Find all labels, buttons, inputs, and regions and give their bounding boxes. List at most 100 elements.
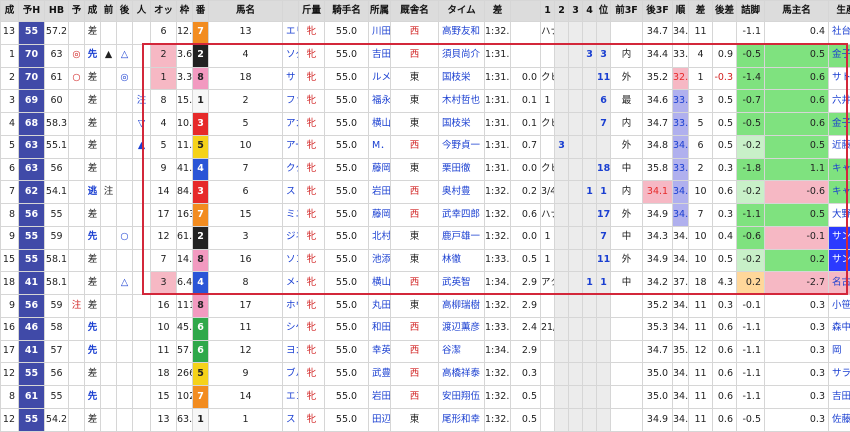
header-cell[interactable]: 差 bbox=[689, 1, 713, 22]
header-cell[interactable]: 枠 bbox=[177, 1, 193, 22]
order-cell: 10 bbox=[689, 181, 713, 204]
header-cell[interactable]: 後 bbox=[117, 1, 133, 22]
header-cell[interactable]: 馬名 bbox=[209, 1, 283, 22]
corner-4-cell: 17 bbox=[597, 204, 611, 227]
hb-mark-cell bbox=[69, 158, 85, 181]
last-diff-cell: -0.2 bbox=[737, 181, 765, 204]
header-cell[interactable]: 前 bbox=[101, 1, 117, 22]
table-row[interactable]: 125556差18266.659ブルーバード牝55.0武豊西高橋祥泰1:32.8… bbox=[1, 363, 850, 386]
table-row[interactable]: 155558.1差714.7816ソングラティ牝55.0池添謙一東林徹1:33.… bbox=[1, 249, 850, 272]
trainer-name-cell: 高柳瑞樹 bbox=[439, 295, 485, 318]
header-cell[interactable]: 1 bbox=[541, 1, 555, 22]
corner-3-cell bbox=[583, 67, 597, 90]
last-diff-cell: 0.2 bbox=[737, 272, 765, 295]
margin-note-cell: 1 bbox=[541, 226, 555, 249]
last-3f-cell: 34.1 bbox=[673, 204, 689, 227]
table-row[interactable]: 184158.1差△36.448メイケイエール牝55.0横山典弘西武英智1:34… bbox=[1, 272, 850, 295]
affiliation-cell: 西 bbox=[391, 135, 439, 158]
last-3f-cell: 34.4 bbox=[673, 226, 689, 249]
header-cell[interactable]: HB bbox=[45, 1, 69, 22]
rating-cell: 55 bbox=[19, 249, 45, 272]
table-row[interactable]: 174157先1157.2612ヨカヨカ牝55.0幸英明西谷潔1:34.02.9… bbox=[1, 340, 850, 363]
header-cell[interactable]: 2 bbox=[555, 1, 569, 22]
header-cell[interactable]: 馬主名 bbox=[765, 1, 829, 22]
horse-name-cell: ブルーバード bbox=[283, 363, 299, 386]
header-cell[interactable]: 所属 bbox=[369, 1, 391, 22]
table-row[interactable]: 95559先○1261.323ジネストラ牝55.0北村宏司東鹿戸雄一1:32.6… bbox=[1, 226, 850, 249]
sex-cell: 牝 bbox=[299, 249, 325, 272]
table-row[interactable]: 46858.3差▽410.535アカイトリノムスメ牝55.0横山武史東国枝栄1:… bbox=[1, 113, 850, 136]
popularity-cell: 14 bbox=[151, 181, 177, 204]
corner-2-cell bbox=[569, 226, 583, 249]
header-cell[interactable]: タイム bbox=[439, 1, 485, 22]
header-cell[interactable]: 斤量 bbox=[299, 1, 325, 22]
header-cell[interactable]: 詰脚 bbox=[737, 1, 765, 22]
header-cell[interactable]: 厩舎名 bbox=[391, 1, 439, 22]
corner-1-cell bbox=[555, 272, 569, 295]
result-style-cell: ▲ bbox=[101, 44, 117, 67]
header-cell[interactable]: 後差 bbox=[713, 1, 737, 22]
mark-front-cell bbox=[117, 409, 133, 432]
hb-mark-cell bbox=[69, 317, 85, 340]
table-row[interactable]: 76254.1逃注1484.836ストゥーティ牝55.0岩田康誠西奥村豊1:32… bbox=[1, 181, 850, 204]
header-cell[interactable]: 騎手名 bbox=[325, 1, 369, 22]
margin-note-cell: 21/2 bbox=[541, 317, 555, 340]
header-cell[interactable]: 順 bbox=[673, 1, 689, 22]
header-cell[interactable]: 予H bbox=[19, 1, 45, 22]
table-row[interactable]: 86155先15102.3714エンスージアズム牝55.0岩田望来西安田翔伍1:… bbox=[1, 386, 850, 409]
header-cell[interactable]: 成 bbox=[85, 1, 101, 22]
corner-1-cell bbox=[555, 181, 569, 204]
corner-3-cell bbox=[583, 295, 597, 318]
table-row[interactable]: 135557.2差612.5713エリザベスタワー牝55.0川田将雅西高野友和1… bbox=[1, 22, 850, 45]
table-row[interactable]: 17063◎先▲△23.624ソダシ牝55.0吉田隼人西須貝尚介1:31.133… bbox=[1, 44, 850, 67]
header-cell[interactable]: 前3F bbox=[611, 1, 643, 22]
weight-cell: 55.0 bbox=[325, 204, 369, 227]
corner-2-cell bbox=[569, 44, 583, 67]
diff-cell bbox=[713, 22, 737, 45]
table-row[interactable]: 85655差17163.0715ミニーアイル牝55.0藤岡康太西武幸四郎1:32… bbox=[1, 204, 850, 227]
result-style-cell bbox=[101, 135, 117, 158]
header-cell[interactable]: 成 bbox=[1, 1, 19, 22]
race-time-cell: 1:32.6 bbox=[485, 409, 511, 432]
table-row[interactable]: 66356差941.947ククナ牝55.0藤岡佑介東栗田徹1:31.80.0クビ… bbox=[1, 158, 850, 181]
position-cell bbox=[611, 386, 643, 409]
order-cell: 18 bbox=[689, 272, 713, 295]
header-cell[interactable]: 人 bbox=[133, 1, 151, 22]
header-cell[interactable]: 差 bbox=[485, 1, 511, 22]
closing-cell: 1.1 bbox=[765, 158, 829, 181]
header-cell[interactable]: オッ bbox=[151, 1, 177, 22]
header-cell[interactable]: 生産者名 bbox=[829, 1, 850, 22]
header-cell[interactable]: 位 bbox=[597, 1, 611, 22]
diff-cell: 0.6 bbox=[713, 181, 737, 204]
rank-cell: 12 bbox=[1, 409, 19, 432]
pred-style-cell: 差 bbox=[85, 409, 101, 432]
corner-2-cell bbox=[569, 90, 583, 113]
header-cell[interactable]: 4 bbox=[583, 1, 597, 22]
corner-3-cell bbox=[583, 113, 597, 136]
last-diff-cell: -1.4 bbox=[737, 67, 765, 90]
margin-cell: 2.4 bbox=[511, 317, 541, 340]
header-cell[interactable] bbox=[283, 1, 299, 22]
header-cell[interactable]: 番 bbox=[193, 1, 209, 22]
table-row[interactable]: 164658先1045.8611シゲルピンクルビー牝55.0和田竜二西渡辺薫彦1… bbox=[1, 317, 850, 340]
table-row[interactable]: 95659注差16111.4817ホウオウイクセル牝55.0丸田恭介東高柳瑞樹1… bbox=[1, 295, 850, 318]
hb-mark-cell: ◎ bbox=[69, 44, 85, 67]
header-cell[interactable]: 後3F bbox=[643, 1, 673, 22]
predicted-h-cell: 58.1 bbox=[45, 249, 69, 272]
rank-cell: 9 bbox=[1, 295, 19, 318]
odds-cell: 11.8 bbox=[177, 135, 193, 158]
jockey-name-cell: 田辺裕信 bbox=[369, 409, 391, 432]
predicted-h-cell: 61 bbox=[45, 67, 69, 90]
rank-cell: 2 bbox=[1, 67, 19, 90]
header-cell[interactable]: 予 bbox=[69, 1, 85, 22]
corner-4-cell bbox=[597, 22, 611, 45]
corner-1-cell bbox=[555, 44, 569, 67]
frame-number-cell: 4 bbox=[193, 272, 209, 295]
table-row[interactable]: 56355.1差▲511.8510アールドヴィーヴル牝55.0M．デム西今野貞一… bbox=[1, 135, 850, 158]
popularity-cell: 10 bbox=[151, 317, 177, 340]
header-cell[interactable]: 3 bbox=[569, 1, 583, 22]
header-cell[interactable] bbox=[511, 1, 541, 22]
table-row[interactable]: 125554.2差1363.611ストライプ牝55.0田辺裕信東尾形和幸1:32… bbox=[1, 409, 850, 432]
table-row[interactable]: 27061○差◎13.3818サトノレイナス牝55.0ルメール東国枝栄1:31.… bbox=[1, 67, 850, 90]
table-row[interactable]: 36960差注815.312ファインルージュ牝55.0福永祐一東木村哲也1:31… bbox=[1, 90, 850, 113]
